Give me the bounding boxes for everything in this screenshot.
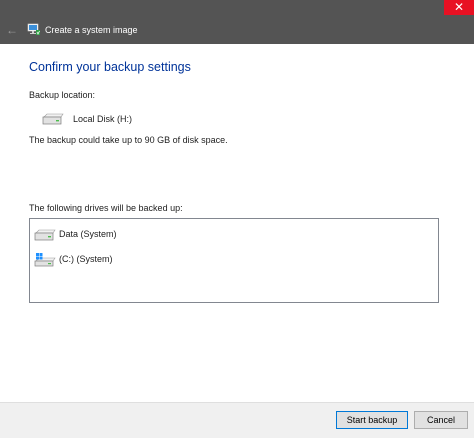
back-arrow-icon: ←: [6, 23, 18, 37]
windows-drive-icon: [34, 253, 56, 267]
hard-drive-icon: [34, 229, 56, 241]
window-title: Create a system image: [45, 25, 138, 35]
drive-item: (C:) (System): [30, 251, 430, 267]
close-button[interactable]: ✕: [444, 0, 474, 15]
backup-location-label: Backup location:: [29, 90, 96, 100]
system-image-icon: [27, 23, 40, 35]
drives-list: Data (System) (C:) (System): [29, 218, 439, 303]
drive-item: Data (System): [30, 226, 430, 242]
backup-location-name: Local Disk (H:): [73, 114, 133, 124]
start-backup-button[interactable]: Start backup: [336, 411, 408, 429]
close-icon: ✕: [453, 0, 465, 14]
disk-space-note: The backup could take up to 90 GB of dis…: [29, 135, 228, 145]
cancel-button[interactable]: Cancel: [414, 411, 468, 429]
drives-list-label: The following drives will be backed up:: [29, 203, 183, 213]
drive-name: Data (System): [59, 229, 117, 239]
back-button[interactable]: ←: [4, 22, 20, 38]
title-bar: ← Create a system image: [0, 0, 474, 44]
drive-name: (C:) (System): [59, 254, 113, 264]
hard-drive-icon: [42, 113, 64, 125]
page-heading: Confirm your backup settings: [29, 60, 191, 74]
